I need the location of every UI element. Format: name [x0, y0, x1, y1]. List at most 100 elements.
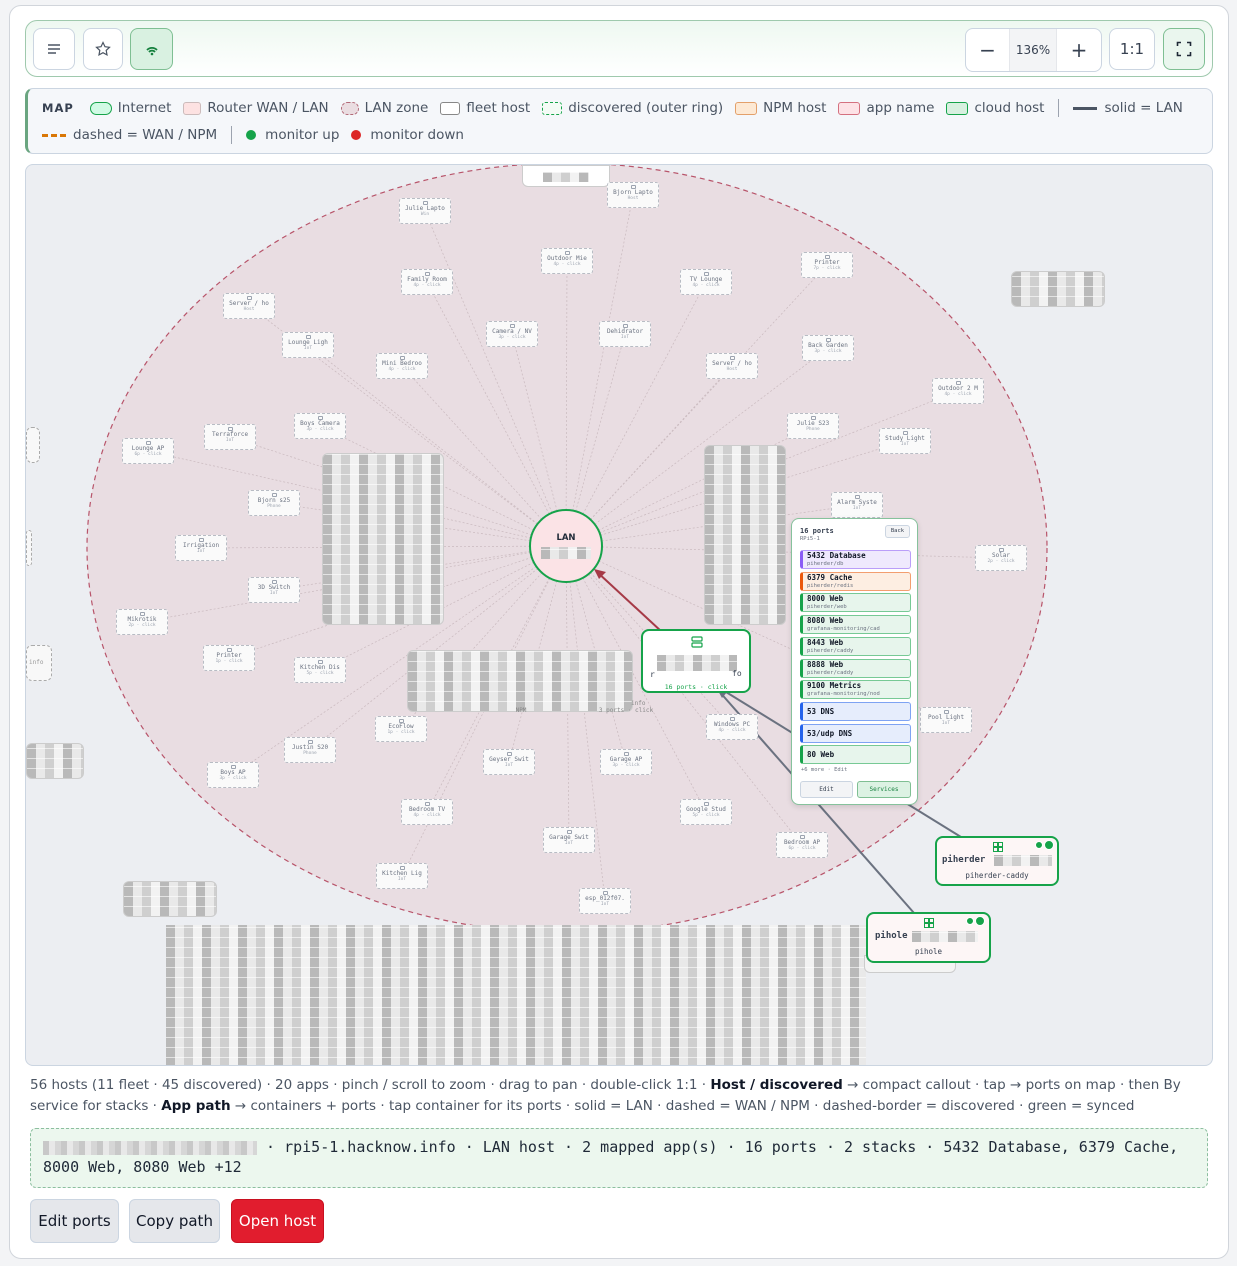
- edge-host-4[interactable]: [26, 530, 32, 566]
- discovered-host-node[interactable]: Bjorn s25 Phone: [248, 490, 300, 516]
- fullscreen-button[interactable]: [1163, 28, 1205, 70]
- discovered-host-node[interactable]: EcoFlow 1p · click: [375, 716, 427, 742]
- network-map[interactable]: NPM 3 ports · click info info Julie Lapt…: [25, 164, 1213, 1066]
- discovered-host-node[interactable]: Julie S23 Phone: [787, 413, 839, 439]
- host-sub: 4p · click: [692, 283, 720, 288]
- app-node-pihole[interactable]: pihole pihole: [866, 912, 991, 963]
- discovered-host-node[interactable]: Geyser Swit IoT: [483, 749, 535, 775]
- host-name: Terraforce: [211, 431, 249, 438]
- port-row[interactable]: 53/udp DNS: [800, 723, 911, 743]
- edge-host-3[interactable]: [26, 427, 40, 463]
- discovered-host-node[interactable]: Pool Light IoT: [920, 707, 972, 733]
- discovered-host-node[interactable]: Justin S20 Phone: [284, 737, 336, 763]
- port-row[interactable]: 8080 Web grafana-monitoring/cad: [800, 615, 911, 635]
- discovered-host-node[interactable]: Garage Swit IoT: [543, 827, 595, 853]
- host-name: Solar: [991, 552, 1011, 559]
- host-sub: 3p · click: [612, 763, 640, 768]
- edge-host-obscured-1[interactable]: [26, 743, 84, 779]
- copy-path-button[interactable]: Copy path: [129, 1199, 220, 1243]
- port-row[interactable]: 80 Web: [800, 745, 911, 765]
- app-node-piherder[interactable]: piherder piherder-caddy: [935, 836, 1059, 886]
- ports-services-button[interactable]: Services: [857, 781, 911, 798]
- discovered-host-node[interactable]: Bedroom AP 6p · click: [776, 832, 828, 858]
- zoom-out-button[interactable]: −: [966, 29, 1009, 71]
- ports-edit-button[interactable]: Edit: [800, 781, 853, 798]
- host-sub: 1p · click: [215, 659, 243, 664]
- discovered-host-node[interactable]: 3D Switch IoT: [248, 577, 300, 603]
- discovered-host-node[interactable]: Camera / NV 3p · click: [486, 321, 538, 347]
- edge-host-2[interactable]: info: [26, 645, 52, 681]
- discovered-host-node[interactable]: Bedroom TV 4p · click: [401, 799, 453, 825]
- host-name: Garage AP: [609, 756, 643, 763]
- selected-host-name-end: fo: [732, 669, 742, 678]
- discovered-host-node[interactable]: Lounge AP 6p · click: [122, 438, 174, 464]
- discovered-host-node[interactable]: Back Garden 3p · click: [802, 335, 854, 361]
- discovered-host-node[interactable]: Study Light IoT: [879, 428, 931, 454]
- host-sub: 3p · click: [814, 349, 842, 354]
- edit-ports-button[interactable]: Edit ports: [30, 1199, 119, 1243]
- discovered-host-node[interactable]: Family Room 4p · click: [401, 269, 453, 295]
- npm-host-obscured[interactable]: [407, 650, 633, 712]
- host-sub: Phone: [303, 751, 317, 756]
- discovered-host-node[interactable]: Boys AP 3p · click: [207, 762, 259, 788]
- discovered-host-node[interactable]: Lounge Ligh IoT: [282, 332, 334, 358]
- discovered-host-node[interactable]: Printer 1p · click: [203, 645, 255, 671]
- discovered-host-node[interactable]: Dehidrator IoT: [599, 321, 651, 347]
- discovered-host-node[interactable]: Terraforce IoT: [204, 424, 256, 450]
- host-name: Alarm Syste: [837, 499, 877, 506]
- fleet-host-obscured-1[interactable]: [322, 453, 444, 625]
- reset-zoom-button[interactable]: 1:1: [1109, 28, 1155, 70]
- discovered-host-node[interactable]: Windows PC 4p · click: [706, 714, 758, 740]
- favorite-button[interactable]: [83, 28, 123, 70]
- menu-button[interactable]: [33, 28, 75, 70]
- discovered-host-node[interactable]: Printer 7p · click: [801, 252, 853, 278]
- open-host-button[interactable]: Open host: [231, 1199, 324, 1243]
- host-name: Julie Lapto: [405, 205, 445, 212]
- port-row[interactable]: 8888 Web piherder/caddy: [800, 658, 911, 678]
- discovered-host-node[interactable]: Outdoor 2 M 4p · click: [932, 378, 984, 404]
- port-row[interactable]: 8000 Web piherder/web: [800, 593, 911, 613]
- discovered-host-node[interactable]: Julie Lapto Win: [399, 198, 451, 224]
- discovered-host-node[interactable]: Server / ho Host: [223, 293, 275, 319]
- discovered-host-node[interactable]: Irrigation IoT: [175, 535, 227, 561]
- host-sub: IoT: [504, 763, 514, 768]
- ports-more-link[interactable]: +6 more · Edit: [801, 767, 847, 773]
- port-row[interactable]: 6379 Cache piherder/redis: [800, 571, 911, 591]
- selected-host-node[interactable]: r fo 16 ports · click: [641, 629, 751, 693]
- discovered-host-node[interactable]: esp_012f07. IoT: [579, 888, 631, 914]
- legend-lan-zone: LAN zone: [340, 100, 428, 116]
- ports-back-button[interactable]: Back: [885, 525, 910, 538]
- cloud-host-obscured[interactable]: [1011, 271, 1105, 307]
- discovered-host-node[interactable]: Boys Camera 3p · click: [294, 413, 346, 439]
- discovered-host-node[interactable]: Alarm Syste IoT: [831, 492, 883, 518]
- host-name: Julie S23: [796, 420, 830, 427]
- host-sub: 4p · click: [388, 367, 416, 372]
- outer-host-obscured[interactable]: [123, 881, 217, 917]
- port-row[interactable]: 8443 Web piherder/caddy: [800, 636, 911, 656]
- host-name: Study Light: [885, 435, 925, 442]
- zoom-in-button[interactable]: +: [1057, 29, 1101, 71]
- discovered-host-node[interactable]: Kitchen Dis 5p · click: [294, 657, 346, 683]
- discovered-host-node[interactable]: Google Stud 5p · click: [680, 799, 732, 825]
- map-toolbar: − 136% + 1:1: [25, 20, 1213, 77]
- discovered-host-node[interactable]: Kitchen Lig IoT: [376, 863, 428, 889]
- port-row[interactable]: 9100 Metrics grafana-monitoring/nod: [800, 680, 911, 700]
- discovered-host-node[interactable]: Solar 2p · click: [975, 545, 1027, 571]
- live-sync-button[interactable]: [130, 28, 173, 70]
- discovered-host-node[interactable]: Mini Bedroo 4p · click: [376, 353, 428, 379]
- selected-host-name-start: r: [650, 670, 655, 679]
- fleet-host-obscured-2[interactable]: [704, 445, 786, 625]
- discovered-host-node[interactable]: TV Lounge 4p · click: [680, 269, 732, 295]
- discovered-host-node[interactable]: Outdoor Mie 4p · click: [541, 248, 593, 274]
- server-icon: [691, 636, 703, 648]
- zoom-control: − 136% +: [965, 28, 1102, 72]
- discovered-host-node[interactable]: Bjorn Lapto Host: [607, 182, 659, 208]
- wan-node[interactable]: [522, 165, 610, 187]
- discovered-host-node[interactable]: Mikrotik 2p · click: [116, 609, 168, 635]
- discovered-host-node[interactable]: Garage AP 3p · click: [600, 749, 652, 775]
- discovered-host-node[interactable]: Server / ho Host: [706, 353, 758, 379]
- port-row[interactable]: 5432 Database piherder/db: [800, 550, 911, 569]
- port-row[interactable]: 53 DNS: [800, 701, 911, 721]
- legend-discovered: discovered (outer ring): [542, 100, 723, 116]
- lan-router-node[interactable]: LAN: [529, 509, 603, 583]
